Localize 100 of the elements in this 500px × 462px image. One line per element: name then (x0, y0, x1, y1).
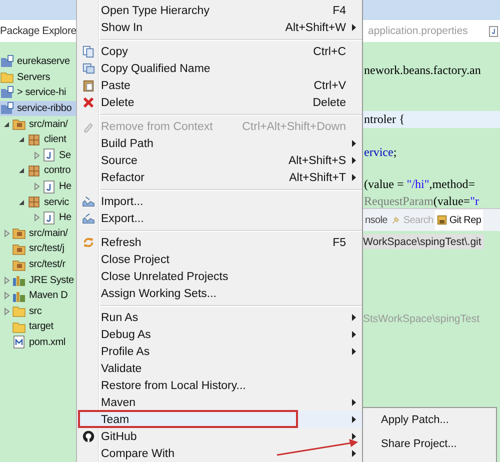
tree-item-label: > service-hi (17, 87, 66, 98)
tree-row[interactable]: src/main/ (0, 226, 76, 242)
tree-row[interactable]: Maven D (0, 288, 76, 304)
source-folder-icon (12, 226, 26, 240)
tree-item-label: Se (59, 150, 71, 161)
collapsed-arrow-icon[interactable] (32, 150, 41, 160)
tree-row[interactable]: target (0, 319, 76, 335)
tree-row[interactable]: src/main/ (0, 116, 76, 132)
menu-item[interactable]: Open Type Hierarchy F4 (77, 2, 362, 19)
menu-item[interactable]: Show In Alt+Shift+W (77, 19, 362, 36)
code-line: (value = "/hi",method= (364, 177, 475, 192)
tree-row[interactable]: client (0, 132, 76, 148)
tree-row[interactable]: Servers (0, 70, 76, 86)
tree-row[interactable]: He (0, 210, 76, 226)
menu-item[interactable]: Delete Delete (77, 94, 362, 111)
package-icon (27, 195, 41, 210)
tree-row[interactable]: contro (0, 163, 76, 179)
tree-item-label: src/test/r (29, 259, 66, 270)
copy-name-icon (82, 62, 94, 75)
tree-item-label: service-ribbo (17, 103, 72, 114)
tree-row[interactable]: JRE Syste (0, 272, 76, 288)
menu-item[interactable]: Close Project (77, 251, 362, 268)
tree-item-label: servic (44, 196, 69, 208)
tree-row[interactable]: Se (0, 148, 76, 164)
panel-tab[interactable]: nsole (363, 210, 390, 230)
project-icon (0, 86, 14, 100)
project-icon (0, 102, 14, 116)
menu-item[interactable]: GitHub (77, 428, 362, 445)
menu-item[interactable]: Apply Patch... (363, 408, 496, 432)
tree-row[interactable]: src/test/r (0, 256, 76, 272)
source-folder-icon (12, 242, 26, 256)
tree-item-label: JRE Syste (29, 274, 74, 286)
repository-icon (437, 215, 448, 225)
expanded-arrow-icon[interactable] (2, 120, 11, 129)
menu-item[interactable]: Profile As (77, 343, 362, 360)
tree-row[interactable]: He (0, 178, 76, 194)
expanded-arrow-icon[interactable] (17, 198, 26, 207)
expanded-arrow-icon[interactable] (17, 135, 26, 144)
java-file-icon (42, 180, 56, 194)
panel-tab[interactable]: Git Rep (435, 210, 484, 230)
copy-icon (82, 45, 94, 58)
tree-row[interactable]: src (0, 304, 76, 320)
tree-row[interactable]: eurekaserve (0, 54, 76, 70)
menu-item[interactable]: Build Path (77, 135, 362, 152)
menu-item[interactable]: Debug As (77, 326, 362, 343)
menu-item[interactable]: Copy Ctrl+C (77, 43, 362, 60)
repository-entry[interactable]: WorkSpace\spingTest\.git (363, 234, 484, 249)
expanded-arrow-icon[interactable] (17, 166, 26, 176)
tree-item-label: src (29, 306, 42, 317)
menu-item[interactable]: Maven (77, 394, 362, 411)
menu-item[interactable]: Copy Qualified Name (77, 60, 362, 77)
collapsed-arrow-icon[interactable] (2, 276, 11, 285)
collapsed-arrow-icon[interactable] (2, 228, 11, 238)
code-line: nework.beans.factory.an (364, 62, 481, 78)
java-file-icon (42, 210, 56, 225)
menu-item[interactable]: Paste Ctrl+V (77, 77, 362, 94)
collapsed-arrow-icon[interactable] (2, 291, 11, 300)
menu-item[interactable]: Assign Working Sets... (77, 285, 362, 302)
menu-item[interactable]: Compare With (77, 445, 362, 462)
xml-file-icon (12, 335, 26, 350)
tree-item-label: Maven D (29, 290, 68, 302)
menu-item[interactable]: Run As (77, 309, 362, 326)
library-icon (12, 273, 26, 288)
menu-item[interactable]: Close Unrelated Projects (77, 268, 362, 285)
menu-item[interactable]: Import... (77, 193, 362, 210)
menu-item[interactable]: Validate (77, 360, 362, 377)
collapsed-arrow-icon[interactable] (2, 306, 11, 316)
folder-icon (12, 304, 26, 318)
package-icon (27, 132, 41, 147)
menu-item[interactable]: Share Project... (363, 432, 496, 456)
export-icon (82, 212, 94, 225)
tree-row[interactable]: service-ribbo (0, 100, 76, 116)
tree-item-label: He (59, 181, 72, 192)
tree-item-label: Servers (17, 72, 50, 83)
source-folder-icon (12, 258, 26, 272)
menu-item[interactable]: Restore from Local History... (77, 377, 362, 394)
delete-icon (82, 96, 94, 109)
tree-row[interactable]: src/test/j (0, 241, 76, 257)
tree-item-label: client (44, 134, 66, 146)
remove-icon (82, 120, 94, 133)
tree-item-label: target (29, 321, 54, 332)
tree-row[interactable]: > service-hi (0, 85, 76, 101)
tree-item-label: src/main/ (29, 228, 68, 239)
collapsed-arrow-icon[interactable] (32, 213, 41, 222)
tree-item-label: pom.xml (29, 336, 66, 348)
package-icon (27, 164, 41, 178)
code-line: ntroler { (364, 112, 405, 127)
tree-item-label: He (59, 212, 72, 224)
menu-item[interactable]: Source Alt+Shift+S (77, 152, 362, 169)
menu-item[interactable]: Refresh F5 (77, 234, 362, 251)
menu-item[interactable]: Export... (77, 210, 362, 227)
code-line: ervice; (364, 144, 397, 160)
view-tab[interactable]: Package Explore (0, 20, 76, 42)
menu-item[interactable]: Refactor Alt+Shift+T (77, 169, 362, 186)
tree-row[interactable]: servic (0, 194, 76, 210)
folder-icon (12, 320, 26, 334)
folder-icon (0, 70, 14, 84)
tree-row[interactable]: pom.xml (0, 334, 76, 350)
github-icon (82, 430, 94, 443)
collapsed-arrow-icon[interactable] (32, 182, 41, 192)
